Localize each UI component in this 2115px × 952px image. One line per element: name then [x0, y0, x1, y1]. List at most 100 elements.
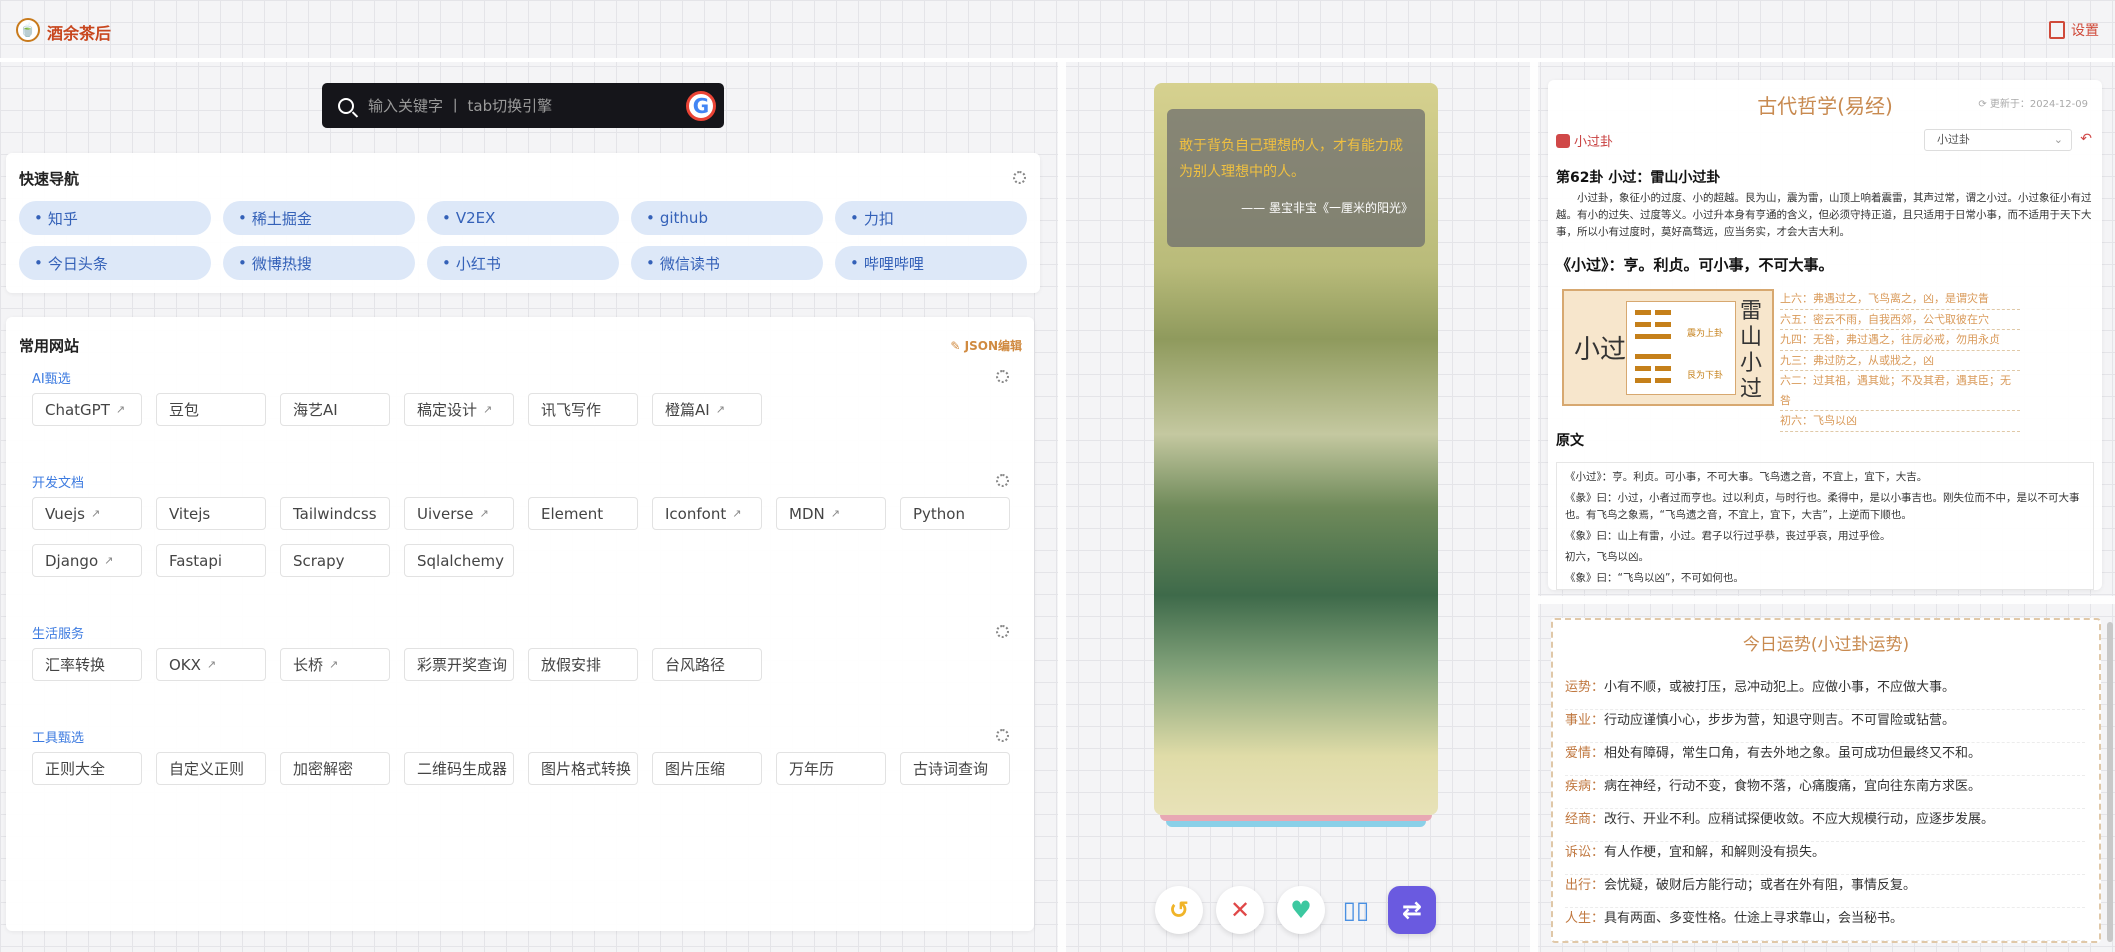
site-link[interactable]: MDN ↗ — [776, 497, 886, 530]
fortune-value: 病在神经，行动不变，食物不落，心痛腹痛，宜向往东南方求医。 — [1604, 779, 1982, 794]
site-link[interactable]: 稿定设计 ↗ — [404, 393, 514, 426]
site-link[interactable]: 正则大全 — [32, 752, 142, 785]
yao-item: 九四：无咎，弗过遇之，往厉必戒，勿用永贞 — [1780, 330, 2020, 351]
external-link-icon: ↗ — [206, 658, 217, 671]
upper-trigram-label: 震为上卦 — [1687, 329, 1724, 339]
switch-button[interactable]: ⇄ — [1388, 886, 1436, 934]
quick-nav-item[interactable]: github — [631, 201, 823, 235]
column-divider[interactable] — [1058, 62, 1066, 952]
quick-nav-item[interactable]: 小红书 — [427, 246, 619, 280]
gear-icon[interactable] — [996, 729, 1009, 742]
external-link-icon: ↗ — [732, 507, 742, 520]
json-edit-button[interactable]: ✎ JSON编辑 — [950, 337, 1022, 354]
site-link[interactable]: 自定义正则 — [156, 752, 266, 785]
site-link[interactable]: 放假安排 — [528, 648, 638, 681]
site-link-label: Element — [541, 504, 604, 523]
common-sites-title: 常用网站 — [19, 337, 80, 355]
site-link[interactable]: Scrapy — [280, 544, 390, 577]
settings-button[interactable]: 设置 — [2049, 20, 2099, 40]
site-link-label: Sqlalchemy — [417, 551, 505, 570]
switch-icon: ⇄ — [1401, 896, 1423, 924]
yao-item: 九三：弗过防之，从或戕之，凶 — [1780, 351, 2020, 371]
site-link[interactable]: Element — [528, 497, 638, 530]
site-link[interactable]: ChatGPT ↗ — [32, 393, 142, 426]
site-link[interactable]: Uiverse ↗ — [404, 497, 514, 530]
site-link-label: OKX — [169, 655, 201, 674]
fortune-row: 出行：会忧疑，破财后方能行动；或者在外有阻，事情反复。 — [1565, 875, 2085, 908]
like-button[interactable]: ♥ — [1277, 886, 1325, 934]
column-divider[interactable] — [1530, 62, 1538, 952]
site-link[interactable]: 万年历 — [776, 752, 886, 785]
fortune-key: 事业： — [1565, 713, 1605, 728]
site-link-label: 稿定设计 — [417, 401, 478, 419]
quick-nav-item[interactable]: 微博热搜 — [223, 246, 415, 280]
site-link[interactable]: 长桥 ↗ — [280, 648, 390, 681]
logo-icon[interactable]: 🍵 — [16, 18, 40, 42]
site-link[interactable]: 图片格式转换 — [528, 752, 638, 785]
site-link-label: 台风路径 — [665, 656, 726, 674]
site-link-label: 自定义正则 — [169, 760, 245, 778]
hexagram: 震为上卦 艮为下卦 — [1626, 301, 1736, 395]
site-link[interactable]: Sqlalchemy — [404, 544, 514, 577]
card-stack-edge — [1166, 821, 1426, 827]
site-link[interactable]: 豆包 — [156, 393, 266, 426]
site-link[interactable]: 彩票开奖查询 — [404, 648, 514, 681]
site-link[interactable]: Vuejs ↗ — [32, 497, 142, 530]
site-link[interactable]: 图片压缩 — [652, 752, 762, 785]
site-link-label: Uiverse — [417, 504, 474, 523]
site-link[interactable]: 橙篇AI ↗ — [652, 393, 762, 426]
site-link[interactable]: Iconfont ↗ — [652, 497, 762, 530]
quote-card[interactable]: 敢于背负自己理想的人，才有能力成为别人理想中的人。 —— 墨宝非宝《一厘米的阳光… — [1154, 83, 1438, 815]
google-icon[interactable]: G — [686, 91, 716, 121]
fortune-row: 爱情：相处有障碍，常生口角，有去外地之象。虽可成功但最终又不和。 — [1565, 743, 2085, 776]
site-link[interactable]: 古诗词查询 — [900, 752, 1010, 785]
chevron-down-icon: ⌄ — [2053, 133, 2063, 146]
row-divider[interactable] — [1538, 596, 2115, 604]
site-link-label: Vuejs — [45, 504, 85, 523]
search-icon — [338, 97, 354, 114]
diagram-title-vertical: 雷 山 小 过 — [1738, 299, 1764, 403]
fortune-key: 诉讼： — [1565, 845, 1605, 860]
site-link[interactable]: 加密解密 — [280, 752, 390, 785]
search-input[interactable] — [368, 96, 688, 115]
site-link[interactable]: Django ↗ — [32, 544, 142, 577]
quick-nav-item[interactable]: 稀土掘金 — [223, 201, 415, 235]
gear-icon[interactable] — [1013, 171, 1026, 184]
yao-line — [1635, 354, 1671, 359]
site-link[interactable]: Fastapi — [156, 544, 266, 577]
yao-line — [1655, 322, 1671, 327]
quick-nav-item[interactable]: 力扣 — [835, 201, 1027, 235]
undo-button[interactable]: ↺ — [1155, 886, 1203, 934]
site-link[interactable]: 二维码生成器 — [404, 752, 514, 785]
dislike-button[interactable]: ✕ — [1216, 886, 1264, 934]
gua-select[interactable]: 小过卦 ⌄ — [1924, 129, 2072, 151]
site-link[interactable]: 讯飞写作 — [528, 393, 638, 426]
gua-intro: 小过卦，象征小的过度、小的超越。艮为山，震为雷，山顶上响着震雷，其声过常，谓之小… — [1556, 192, 2092, 238]
gear-icon[interactable] — [996, 370, 1009, 383]
brand-title[interactable]: 酒余茶后 — [47, 20, 111, 44]
read-button[interactable]: ▯▯ — [1332, 886, 1380, 934]
fortune-row: 运势：小有不顺，或被打压，忌冲动犯上。应做小事，不应做大事。 — [1565, 677, 2085, 710]
site-link[interactable]: 台风路径 — [652, 648, 762, 681]
site-link[interactable]: 海艺AI — [280, 393, 390, 426]
site-link[interactable]: OKX ↗ — [156, 648, 266, 681]
gua-heading: 第62卦 小过：雷山小过卦 — [1556, 170, 1721, 186]
site-link[interactable]: Vitejs — [156, 497, 266, 530]
quick-nav-item[interactable]: 今日头条 — [19, 246, 211, 280]
refresh-icon[interactable]: ↶ — [2080, 131, 2092, 147]
gua-tag: 小过卦 — [1556, 131, 1613, 150]
site-link[interactable]: 汇率转换 — [32, 648, 142, 681]
quick-nav-item[interactable]: 知乎 — [19, 201, 211, 235]
site-link-label: 加密解密 — [293, 760, 354, 778]
external-link-icon: ↗ — [115, 403, 126, 416]
gua-diagram: 小过 震为上卦 艮为下卦 雷 山 小 过 — [1562, 289, 1774, 406]
quick-nav-item[interactable]: V2EX — [427, 201, 619, 235]
gear-icon[interactable] — [996, 625, 1009, 638]
quick-nav-item[interactable]: 哔哩哔哩 — [835, 246, 1027, 280]
category-title: 工具甄选 — [32, 731, 85, 746]
site-link[interactable]: Tailwindcss — [280, 497, 390, 530]
site-link[interactable]: Python — [900, 497, 1010, 530]
quick-nav-item[interactable]: 微信读书 — [631, 246, 823, 280]
fortune-scrollbar[interactable] — [2107, 622, 2113, 942]
gear-icon[interactable] — [996, 474, 1009, 487]
